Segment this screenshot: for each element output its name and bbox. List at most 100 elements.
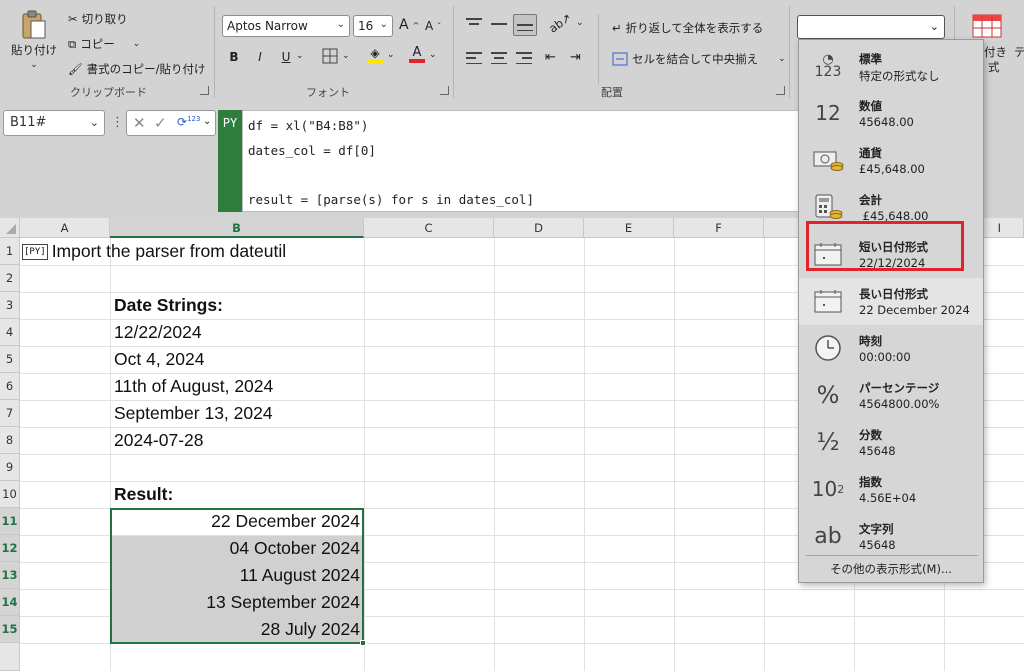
table-style-icon[interactable] [972, 14, 1002, 38]
decrease-font-button[interactable]: Aˇ [425, 19, 441, 33]
merge-center-button[interactable]: セルを結合して中央揃え ⌄ [612, 51, 786, 67]
cell-a1[interactable]: [PY] Import the parser from dateutil [22, 238, 286, 265]
font-color-button[interactable]: A ⌄ [409, 46, 437, 63]
format-option-fraction[interactable]: ½ 分数 45648 [799, 419, 983, 466]
format-option-currency[interactable]: 通貨 £45,648.00 [799, 137, 983, 184]
font-family-select[interactable]: Aptos Narrow ⌄ [222, 15, 350, 37]
select-all-corner[interactable] [0, 218, 20, 238]
python-output-icon[interactable]: ⟳123 [177, 115, 200, 129]
format-painter-button[interactable]: 🖌 書式のコピー/貼り付け [68, 61, 205, 77]
formula-input[interactable]: df = xl("B4:B8") dates_col = df[0] resul… [242, 110, 802, 212]
separator [806, 555, 978, 556]
font-launcher[interactable] [440, 86, 449, 95]
format-option-name: 会計 [859, 193, 882, 207]
row-header-15[interactable]: 15 [0, 616, 20, 643]
merge-icon [612, 52, 628, 66]
borders-button[interactable]: ⌄ [322, 48, 350, 64]
percent-icon: % [816, 381, 840, 409]
cell-b8[interactable]: 2024-07-28 [114, 427, 204, 454]
row-header-5[interactable]: 5 [0, 346, 20, 373]
row-header-1[interactable]: 1 [0, 238, 20, 265]
font-family-value: Aptos Narrow [227, 19, 308, 33]
row-header-2[interactable]: 2 [0, 265, 20, 292]
align-center-icon[interactable] [491, 52, 507, 64]
row-header-6[interactable]: 6 [0, 373, 20, 400]
row-header-7[interactable]: 7 [0, 400, 20, 427]
cut-button[interactable]: ✂ 切り取り [68, 11, 128, 27]
underline-button[interactable]: U [277, 48, 295, 66]
column-header-b[interactable]: B [110, 218, 364, 238]
column-header-e[interactable]: E [584, 218, 674, 238]
align-middle-icon[interactable] [491, 18, 507, 30]
table-format-label: テ [1014, 45, 1024, 59]
fill-color-button[interactable]: ◈ ⌄ [367, 46, 395, 64]
currency-icon [811, 145, 845, 175]
format-option-scientific[interactable]: 10 2 指数 4.56E+04 [799, 466, 983, 513]
font-group-label: フォント [306, 86, 350, 99]
row-header-8[interactable]: 8 [0, 427, 20, 454]
format-option-number[interactable]: 12 数値 45648.00 [799, 90, 983, 137]
chevron-down-icon[interactable]: ⌄ [203, 116, 211, 127]
increase-indent-button[interactable]: ⇥ [570, 50, 581, 65]
cell-b3[interactable]: Date Strings: [114, 292, 223, 319]
format-option-name: 指数 [859, 475, 882, 489]
python-cell-badge[interactable]: [PY] [22, 243, 48, 260]
column-header-c[interactable]: C [364, 218, 494, 238]
row-header-12[interactable]: 12 [0, 535, 20, 562]
format-option-example: £45,648.00 [859, 162, 925, 176]
bold-button[interactable]: B [225, 48, 243, 66]
align-left-icon[interactable] [466, 52, 482, 64]
format-option-time[interactable]: 時刻 00:00:00 [799, 325, 983, 372]
row-header-13[interactable]: 13 [0, 562, 20, 589]
format-option-text[interactable]: ab 文字列 45648 [799, 513, 983, 560]
align-bottom-button[interactable] [513, 14, 537, 36]
row-header-3[interactable]: 3 [0, 292, 20, 319]
increase-font-button[interactable]: A ^ [399, 17, 419, 33]
more-number-formats-button[interactable]: その他の表示形式(M)... [798, 558, 984, 580]
copy-button[interactable]: ⧉ コピー ⌄ [68, 36, 140, 52]
code-line: result = [parse(s) for s in dates_col] [248, 191, 534, 207]
alignment-launcher[interactable] [776, 86, 785, 95]
cell-b7[interactable]: September 13, 2024 [114, 400, 273, 427]
font-size-select[interactable]: 16 ⌄ [353, 15, 393, 37]
paste-button[interactable]: 貼り付け ⌄ [10, 10, 58, 70]
underline-options[interactable]: ⌄ [296, 51, 304, 61]
cell-b10[interactable]: Result: [114, 481, 173, 508]
number-format-select[interactable]: ⌄ [797, 15, 945, 39]
italic-button[interactable]: I [251, 48, 269, 66]
orientation-button[interactable]: ab↗ ⌄ [546, 10, 583, 35]
cell-b5[interactable]: Oct 4, 2024 [114, 346, 204, 373]
row-header-10[interactable]: 10 [0, 481, 20, 508]
format-option-general[interactable]: ◔ 123 標準 特定の形式なし [799, 43, 983, 90]
row-header-16[interactable] [0, 643, 20, 671]
row-header-9[interactable]: 9 [0, 454, 20, 481]
wrap-text-button[interactable]: ↵ 折り返して全体を表示する [612, 20, 763, 36]
align-top-icon[interactable] [466, 18, 482, 30]
decrease-indent-button[interactable]: ⇤ [545, 50, 556, 65]
chevron-down-icon: ⌄ [379, 19, 388, 30]
row-header-11[interactable]: 11 [0, 508, 20, 535]
fill-handle[interactable] [360, 640, 366, 646]
clipboard-launcher[interactable] [200, 86, 209, 95]
format-option-example: 4564800.00% [859, 397, 940, 411]
format-option-long-date[interactable]: 長い日付形式 22 December 2024 [799, 278, 983, 325]
format-option-name: 文字列 [859, 522, 894, 536]
cancel-icon[interactable]: ✕ [133, 114, 146, 132]
check-icon[interactable]: ✓ [154, 114, 167, 132]
name-box[interactable]: B11# ⌄ [3, 110, 105, 136]
column-header-d[interactable]: D [494, 218, 584, 238]
copy-icon: ⧉ [68, 36, 77, 51]
format-option-name: 分数 [859, 428, 882, 442]
row-header-14[interactable]: 14 [0, 589, 20, 616]
column-header-a[interactable]: A [20, 218, 110, 238]
row-header-4[interactable]: 4 [0, 319, 20, 346]
column-header-f[interactable]: F [674, 218, 764, 238]
format-option-percentage[interactable]: % パーセンテージ 4564800.00% [799, 372, 983, 419]
chevron-down-icon: ⌄ [132, 39, 141, 49]
align-right-icon[interactable] [516, 52, 532, 64]
scissors-icon: ✂ [68, 12, 78, 26]
cell-b6[interactable]: 11th of August, 2024 [114, 373, 273, 400]
cell-b4[interactable]: 12/22/2024 [114, 319, 202, 346]
clock-123-icon: ◔ 123 [814, 52, 842, 80]
